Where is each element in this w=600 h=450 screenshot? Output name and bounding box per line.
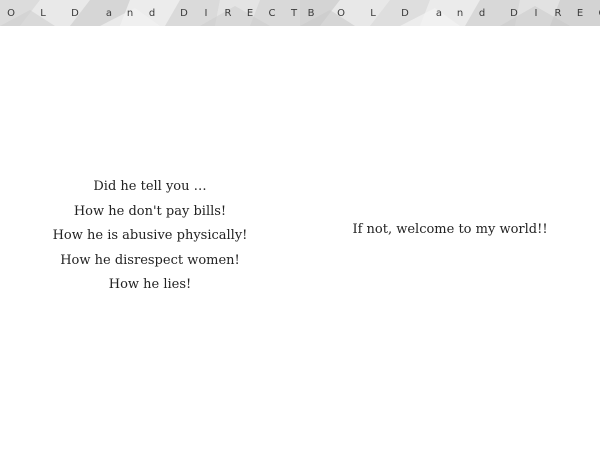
header-letter: d [478,7,486,19]
header-letter: n [456,7,464,19]
left-page: O L D a n d D I R E C T Did he tell you … [0,0,300,450]
header-letter: C [595,8,600,19]
header-letter: C [268,7,276,19]
header-letter: D [510,7,518,19]
book-spread: O L D a n d D I R E C T Did he tell you … [0,0,600,450]
header-letter: a [105,7,113,19]
poem-line: How he is abusive physically! [52,228,248,243]
header-letter: d [148,7,156,19]
header-letter: T [290,7,298,19]
left-page-header-band: O L D a n d D I R E C T [0,0,300,26]
right-header-letters: B O L D a n d D I R E C [300,0,600,26]
header-letter: L [40,7,46,19]
left-header-letters: O L D a n d D I R E C T [0,0,300,26]
right-page-poem: If not, welcome to my world!! [300,221,600,239]
header-letter: D [401,7,409,19]
poem-line: If not, welcome to my world!! [352,222,548,237]
poem-line: Did he tell you … [93,179,207,194]
header-letter: R [554,7,562,19]
header-letter: n [126,7,134,19]
right-page: B O L D a n d D I R E C If not, welcome … [300,0,600,450]
poem-line: How he don't pay bills! [73,203,227,219]
header-letter: E [576,7,584,19]
header-letter: a [435,7,443,19]
poem-line: How he lies! [108,277,192,292]
header-letter: D [180,7,188,19]
header-letter: E [246,7,254,19]
header-letter: O [7,7,15,19]
header-letter: R [224,7,232,19]
header-letter: I [534,7,538,19]
header-letter: O [337,7,345,19]
header-letter: L [370,7,376,19]
poem-line: How he disrespect women! [60,252,240,268]
header-letter: I [204,7,208,19]
right-page-header-band: B O L D a n d D I R E C [300,0,600,26]
header-letter: D [71,7,79,19]
left-page-poem: Did he tell you … How he don't pay bills… [0,178,300,301]
header-letter: B [307,7,315,19]
